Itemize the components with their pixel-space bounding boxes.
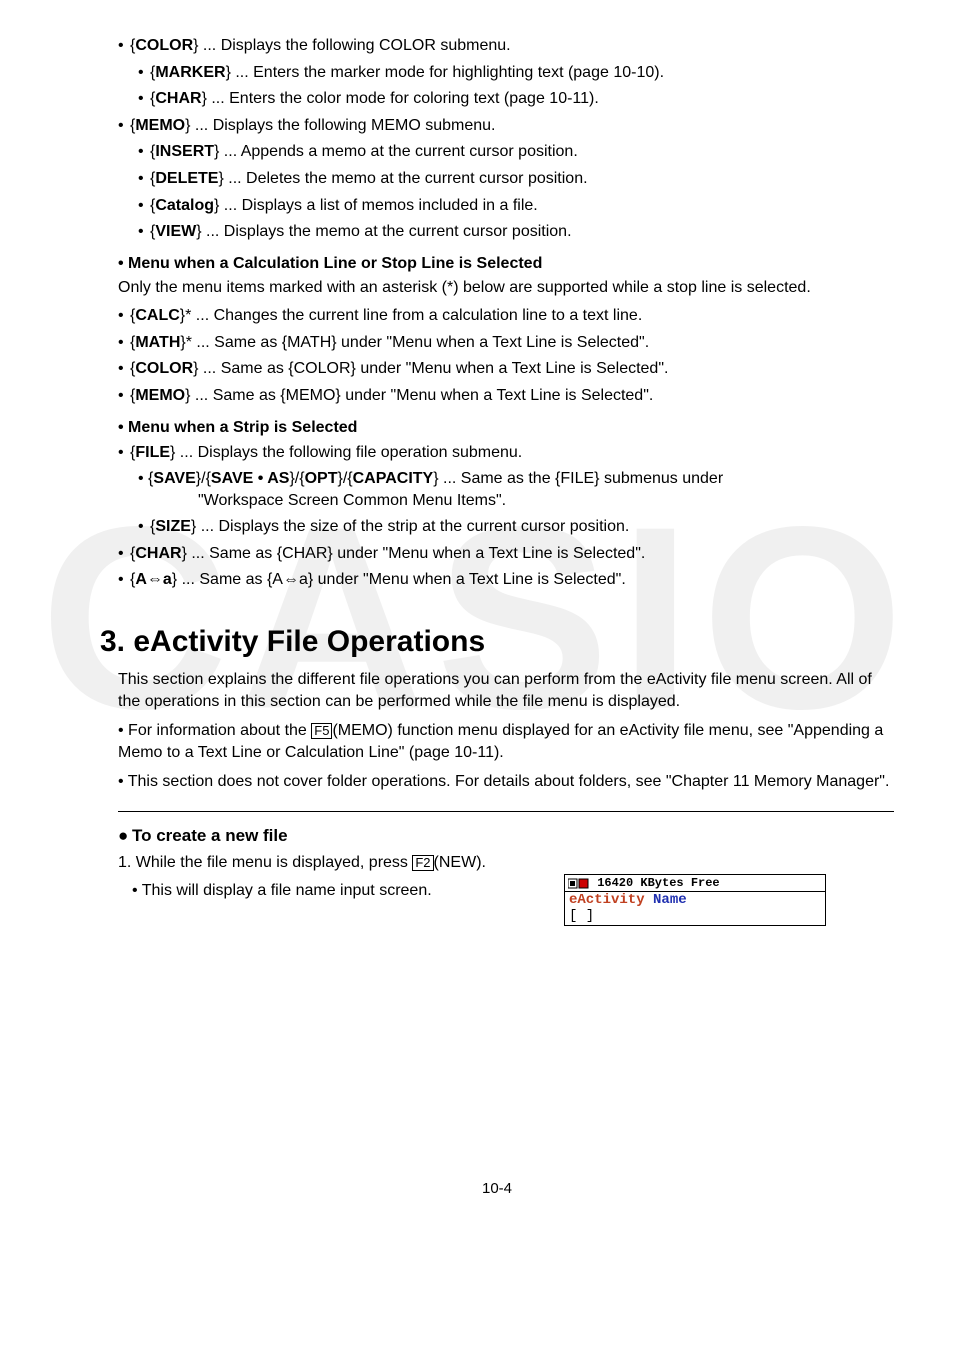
battery-icon	[568, 878, 590, 889]
item-marker: •{MARKER} ... Enters the marker mode for…	[138, 62, 894, 84]
divider	[118, 811, 894, 812]
calc-eactivity-label: eActivity	[569, 892, 645, 908]
item-char: •{CHAR} ... Enters the color mode for co…	[138, 88, 894, 110]
item-color: •{COLOR} ... Displays the following COLO…	[118, 35, 894, 57]
item-char2: •{CHAR} ... Same as {CHAR} under "Menu w…	[118, 543, 894, 565]
item-catalog: •{Catalog} ... Displays a list of memos …	[138, 195, 894, 217]
item-file: •{FILE} ... Displays the following file …	[118, 442, 894, 464]
item-save-cont: "Workspace Screen Common Menu Items".	[198, 490, 894, 512]
folders-note: • This section does not cover folder ope…	[118, 771, 894, 793]
calc-header: 16420 KBytes Free	[565, 875, 825, 892]
f2-key-icon: F2	[412, 855, 433, 871]
create-file-heading: ●To create a new file	[118, 826, 894, 846]
calc-line-heading: • Menu when a Calculation Line or Stop L…	[118, 255, 894, 273]
item-color2: •{COLOR} ... Same as {COLOR} under "Menu…	[118, 358, 894, 380]
section-3-title: 3. eActivity File Operations	[100, 625, 894, 659]
item-calc: •{CALC}* ... Changes the current line fr…	[118, 305, 894, 327]
item-insert: •{INSERT} ... Appends a memo at the curr…	[138, 141, 894, 163]
item-memo2: •{MEMO} ... Same as {MEMO} under "Menu w…	[118, 385, 894, 407]
top-menu-list: •{COLOR} ... Displays the following COLO…	[100, 35, 894, 243]
calc-name-label: Name	[645, 892, 687, 908]
item-save-chain: • {SAVE}/{SAVE • AS}/{OPT}/{CAPACITY} ..…	[138, 468, 894, 511]
item-memo: •{MEMO} ... Displays the following MEMO …	[118, 115, 894, 137]
item-size: •{SIZE} ... Displays the size of the str…	[138, 516, 894, 538]
item-aa: •{A⇔a} ... Same as {A⇔a} under "Menu whe…	[118, 569, 894, 591]
strip-heading: • Menu when a Strip is Selected	[118, 419, 894, 437]
f5-key-icon: F5	[311, 723, 332, 739]
calculator-screen: 16420 KBytes Free eActivity Name [ ]	[564, 874, 826, 926]
calc-line-intro: Only the menu items marked with an aster…	[118, 277, 894, 299]
f5-note: • For information about the F5(MEMO) fun…	[118, 720, 894, 765]
item-view: •{VIEW} ... Displays the memo at the cur…	[138, 221, 894, 243]
create-step-1: 1. While the file menu is displayed, pre…	[118, 852, 894, 874]
page-number: 10-4	[100, 1180, 894, 1197]
section-3-intro: This section explains the different file…	[118, 669, 894, 714]
item-math: •{MATH}* ... Same as {MATH} under "Menu …	[118, 332, 894, 354]
item-delete: •{DELETE} ... Deletes the memo at the cu…	[138, 168, 894, 190]
calc-input-brackets: [ ]	[569, 909, 821, 924]
